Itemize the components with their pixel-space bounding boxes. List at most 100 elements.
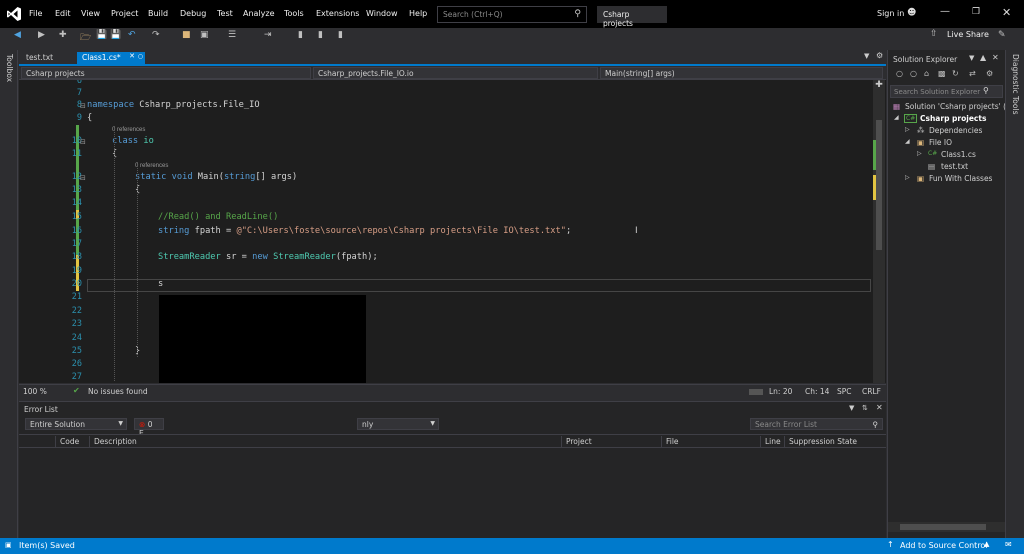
tab-class1-cs[interactable]: Class1.cs* ○ ✕ — [77, 52, 145, 64]
menu-file[interactable]: File — [29, 9, 42, 18]
collapse-icon[interactable]: ⊟ — [80, 174, 86, 182]
undo-icon[interactable]: ↶ — [128, 30, 136, 40]
column-description[interactable]: Description — [89, 436, 137, 448]
horizontal-scrollbar[interactable] — [749, 389, 763, 395]
menu-help[interactable]: Help — [409, 9, 427, 18]
panel-menu-icon[interactable]: ▼ — [969, 54, 974, 62]
tree-row-dependencies[interactable]: ▷ ⁂ Dependencies — [890, 125, 1003, 137]
zoom-level[interactable]: 100 % — [23, 387, 47, 396]
diagnostic-tools-tab[interactable]: Diagnostic Tools — [1011, 54, 1020, 114]
bookmark-icon[interactable]: ▮ — [298, 30, 303, 40]
menu-project[interactable]: Project — [111, 9, 138, 18]
open-folder-icon[interactable]: 🗁 — [80, 30, 91, 46]
column-suppression-state[interactable]: Suppression State — [784, 436, 857, 448]
code-editor[interactable]: 6 7 8 9 10 11 12 13 14 15 16 17 18 19 20 21 22 23 24 25 26 27… — [19, 80, 886, 383]
menu-test[interactable]: Test — [217, 9, 233, 18]
intellisense-popup[interactable] — [159, 295, 366, 383]
switch-views-icon[interactable]: ▩ — [938, 69, 946, 78]
menu-window[interactable]: Window — [366, 9, 398, 18]
account-icon[interactable]: ☻ — [907, 8, 916, 18]
menu-extensions[interactable]: Extensions — [316, 9, 359, 18]
member-dropdown[interactable]: Main(string[] args) — [600, 67, 883, 79]
issues-status[interactable]: No issues found — [88, 387, 148, 396]
scrollbar-thumb[interactable] — [876, 120, 882, 250]
save-all-icon[interactable]: 💾 — [110, 30, 121, 40]
namespace-dropdown[interactable]: Csharp_projects.File_IO.io — [313, 67, 598, 79]
panel-close-icon[interactable]: ✕ — [876, 403, 883, 412]
tree-row-test-txt[interactable]: ▤ test.txt — [890, 161, 1003, 173]
tree-row-project[interactable]: ◢ C# Csharp projects — [890, 113, 1003, 125]
screen-icon[interactable]: ▣ — [200, 30, 209, 40]
forward-icon[interactable]: ○ — [910, 69, 917, 78]
sync-icon[interactable]: ⇄ — [969, 69, 976, 78]
bookmark-next-icon[interactable]: ▮ — [338, 30, 343, 40]
search-input[interactable]: Search (Ctrl+Q) ⚲ — [437, 6, 587, 23]
tree-row-file-io[interactable]: ◢ ▣ File IO — [890, 137, 1003, 149]
pin-icon[interactable]: ⇅ — [862, 404, 868, 412]
pin-icon[interactable]: ○ — [138, 53, 143, 60]
minimize-icon[interactable]: — — [940, 6, 950, 17]
menu-view[interactable]: View — [81, 9, 100, 18]
menu-analyze[interactable]: Analyze — [243, 9, 275, 18]
menu-tools[interactable]: Tools — [284, 9, 304, 18]
menu-build[interactable]: Build — [148, 9, 168, 18]
collapsed-arrow-icon[interactable]: ▷ — [905, 126, 910, 133]
collapse-icon[interactable]: ⊟ — [80, 102, 86, 110]
column-code[interactable]: Code — [55, 436, 79, 448]
find-in-files-icon[interactable]: ■ — [182, 30, 191, 40]
solution-explorer-hscroll[interactable] — [888, 522, 1005, 532]
line-ending[interactable]: CRLF — [862, 387, 881, 396]
tree-row-class1[interactable]: ▷ C# Class1.cs — [890, 149, 1003, 161]
column-project[interactable]: Project — [561, 436, 592, 448]
column-line[interactable]: Line — [760, 436, 781, 448]
tab-close-icon[interactable]: ✕ — [129, 52, 135, 60]
home-icon[interactable]: ⌂ — [924, 69, 929, 78]
menu-debug[interactable]: Debug — [180, 9, 206, 18]
properties-icon[interactable]: ⚙ — [986, 69, 993, 78]
codelens-references[interactable]: 0 references — [135, 163, 168, 169]
expanded-arrow-icon[interactable]: ◢ — [894, 114, 899, 121]
error-list-search-input[interactable]: Search Error List ⚲ — [750, 418, 883, 430]
collapsed-arrow-icon[interactable]: ▷ — [917, 150, 922, 157]
panel-close-icon[interactable]: ✕ — [992, 53, 999, 62]
collapsed-arrow-icon[interactable]: ▷ — [905, 174, 910, 181]
forward-icon[interactable]: ▶ — [38, 30, 45, 40]
align-icon[interactable]: ☰ — [228, 30, 236, 40]
live-share-button[interactable]: Live Share — [947, 30, 989, 39]
tab-overflow-icon[interactable]: ▼ — [864, 52, 869, 60]
scope-dropdown[interactable]: Entire Solution ▼ — [25, 418, 127, 430]
build-filter-dropdown[interactable]: nly ▼ — [357, 418, 439, 430]
add-to-source-control-button[interactable]: Add to Source Control — [900, 541, 988, 550]
sign-in-link[interactable]: Sign in — [877, 9, 904, 18]
new-project-icon[interactable]: ✚ — [59, 30, 67, 40]
save-icon[interactable]: 💾 — [96, 30, 107, 40]
project-dropdown[interactable]: Csharp projects — [21, 67, 311, 79]
expanded-arrow-icon[interactable]: ◢ — [905, 138, 910, 145]
collapse-icon[interactable]: ⊟ — [80, 138, 86, 146]
bookmark-prev-icon[interactable]: ▮ — [318, 30, 323, 40]
pending-changes-icon[interactable]: ↻ — [952, 69, 959, 78]
restore-icon[interactable]: ❐ — [972, 7, 980, 17]
split-icon[interactable]: ✚ — [873, 80, 885, 90]
chevron-up-icon[interactable]: ▲ — [984, 540, 989, 548]
codelens-references[interactable]: 0 references — [112, 127, 145, 133]
panel-menu-icon[interactable]: ▼ — [849, 404, 854, 412]
column-file[interactable]: File — [661, 436, 679, 448]
notifications-icon[interactable]: ✉ — [1005, 540, 1012, 549]
tree-row-fun-with-classes[interactable]: ▷ ▣ Fun With Classes — [890, 173, 1003, 185]
toolbox-tab[interactable]: Toolbox — [5, 54, 14, 82]
menu-edit[interactable]: Edit — [55, 9, 71, 18]
feedback-icon[interactable]: ✎ — [998, 30, 1006, 40]
indent-icon[interactable]: ⇥ — [264, 30, 272, 40]
editor-scrollbar[interactable] — [873, 80, 885, 383]
whitespace-mode[interactable]: SPC — [837, 387, 852, 396]
tree-row-solution[interactable]: ▦ Solution 'Csharp projects' ( — [890, 101, 1006, 113]
back-icon[interactable]: ○ — [896, 69, 903, 78]
tab-test-txt[interactable]: test.txt — [21, 52, 58, 64]
redo-icon[interactable]: ↷ — [152, 30, 160, 40]
errors-filter-button[interactable]: ⊗ 0 E — [134, 418, 164, 438]
settings-icon[interactable]: ⚙ — [876, 51, 883, 60]
pin-icon[interactable]: ▲ — [980, 53, 986, 62]
live-share-icon[interactable]: ⇧ — [930, 29, 938, 39]
scrollbar-thumb[interactable] — [900, 524, 986, 530]
